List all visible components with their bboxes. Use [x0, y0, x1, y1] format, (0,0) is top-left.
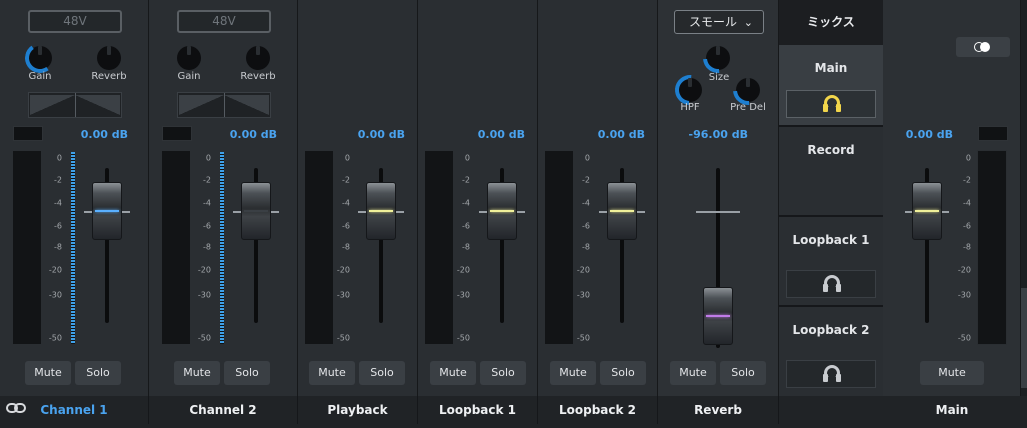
level-meter [12, 150, 42, 345]
db-scale: 0 -2 -4 -6 -8 -20 -30 -50 [48, 153, 62, 343]
channel-name-reverb[interactable]: Reverb [658, 396, 779, 424]
mix-item-label: Loopback 2 [792, 323, 870, 337]
db-scale: 0 -2 -4 -6 -8 -20 -30 -50 [336, 153, 350, 343]
reverb-label: Reverb [240, 71, 276, 82]
volume-fader[interactable] [241, 182, 271, 240]
pre-delay-label: Pre Del [730, 102, 766, 113]
mixer-panel: 48V Gain Reverb 0.00 dB 0 -2 -4 -6 -8 -20 -30-… [0, 0, 1027, 428]
headphone-icon [823, 95, 841, 113]
gain-db-value: -96.00 dB [688, 128, 748, 141]
solo-button[interactable]: Solo [720, 361, 766, 385]
mix-item-label: Loopback 1 [792, 233, 870, 247]
strip-reverb: スモール ⌄ Size HPF Pre Del -96.00 dB Mute S… [658, 0, 779, 396]
mute-button[interactable]: Mute [670, 361, 716, 385]
volume-fader[interactable] [487, 182, 517, 240]
size-knob[interactable] [696, 36, 740, 80]
gain-db-value: 0.00 dB [477, 128, 525, 141]
mix-item-label: Main [814, 61, 848, 75]
level-meter [161, 150, 191, 345]
db-scale: 0 -2 -4 -6 -8 -20 -30 -50 [456, 153, 470, 343]
hpf-label: HPF [680, 102, 700, 113]
headphone-icon [823, 365, 841, 383]
clip-indicator [978, 126, 1008, 141]
headphone-monitor-button[interactable] [786, 90, 876, 118]
phantom-48v-button[interactable]: 48V [28, 10, 122, 33]
volume-fader[interactable] [366, 182, 396, 240]
gain-db-value: 0.00 dB [229, 128, 277, 141]
mix-item-label: Record [807, 143, 855, 157]
reverb-type-value: スモール [689, 15, 738, 29]
channel-name-loopback-1[interactable]: Loopback 1 [418, 396, 538, 424]
volume-fader[interactable] [92, 182, 122, 240]
solo-button[interactable]: Solo [359, 361, 405, 385]
gain-db-value: 0.00 dB [357, 128, 405, 141]
input-level-bar [220, 152, 224, 344]
reverb-send-knob[interactable] [246, 46, 270, 70]
channel-name-loopback-2[interactable]: Loopback 2 [538, 396, 658, 424]
gain-db-value: 0.00 dB [80, 128, 128, 141]
gain-db-value: 0.00 dB [905, 128, 953, 141]
db-scale: 0 -2 -4 -6 -8 -20 -30 -50 [576, 153, 590, 343]
strip-main: 0.00 dB 0 -2 -4 -6 -8 -20 -30 -50 Mute [883, 0, 1021, 396]
reverb-label: Reverb [91, 71, 127, 82]
gain-knob[interactable] [22, 40, 58, 76]
phantom-48v-button[interactable]: 48V [177, 10, 271, 33]
db-scale: 0 -2 -4 -6 -8 -20 -30 -50 [957, 153, 971, 343]
channel-name-main[interactable]: Main [883, 396, 1021, 424]
volume-fader[interactable] [607, 182, 637, 240]
reverb-type-dropdown[interactable]: スモール ⌄ [674, 10, 764, 34]
reverb-send-knob[interactable] [97, 46, 121, 70]
solo-button[interactable]: Solo [224, 361, 270, 385]
volume-fader[interactable] [703, 287, 733, 345]
mix-item-loopback-2[interactable]: Loopback 2 [779, 307, 883, 396]
gain-label: Gain [28, 71, 52, 82]
mute-button[interactable]: Mute [920, 361, 984, 385]
headphone-monitor-button[interactable] [786, 270, 876, 298]
headphone-monitor-button[interactable] [786, 360, 876, 388]
pre-delay-knob[interactable] [726, 68, 770, 112]
strip-channel-1: 48V Gain Reverb 0.00 dB 0 -2 -4 -6 -8 -20 -30-… [0, 0, 149, 396]
pan-control[interactable] [177, 92, 271, 118]
gain-label: Gain [177, 71, 201, 82]
level-meter [977, 150, 1007, 345]
headphone-icon [823, 275, 841, 293]
strip-channel-2: 48V Gain Reverb 0.00 dB 0 -2 -4 -6 -8 -20 -30-… [149, 0, 298, 396]
channel-name-playback[interactable]: Playback [298, 396, 418, 424]
mix-item-main[interactable]: Main [779, 45, 883, 127]
gain-db-value: 0.00 dB [597, 128, 645, 141]
clip-indicator [162, 126, 192, 141]
solo-button[interactable]: Solo [480, 361, 526, 385]
mute-button[interactable]: Mute [550, 361, 596, 385]
solo-button[interactable]: Solo [600, 361, 646, 385]
input-level-bar [71, 152, 75, 344]
channel-name-channel-2[interactable]: Channel 2 [149, 396, 298, 424]
strip-loopback-2: 0.00 dB 0 -2 -4 -6 -8 -20 -30 -50 Mute Solo [538, 0, 658, 396]
solo-button[interactable]: Solo [75, 361, 121, 385]
unity-mark [696, 211, 740, 213]
mix-item-loopback-1[interactable]: Loopback 1 [779, 217, 883, 307]
vertical-scrollbar[interactable] [1021, 288, 1027, 388]
channel-name-channel-1[interactable]: Channel 1 [0, 396, 149, 424]
mute-button[interactable]: Mute [430, 361, 476, 385]
chevron-down-icon: ⌄ [743, 16, 753, 29]
mix-item-record[interactable]: Record [779, 127, 883, 217]
mute-button[interactable]: Mute [174, 361, 220, 385]
db-scale: 0 -2 -4 -6 -8 -20 -30 -50 [197, 153, 211, 343]
clip-indicator [13, 126, 43, 141]
stereo-link-toggle[interactable] [956, 37, 1010, 57]
mute-button[interactable]: Mute [25, 361, 71, 385]
mute-button[interactable]: Mute [309, 361, 355, 385]
gain-knob[interactable] [177, 46, 201, 70]
pan-control[interactable] [28, 92, 122, 118]
strip-loopback-1: 0.00 dB 0 -2 -4 -6 -8 -20 -30 -50 Mute Solo [418, 0, 538, 396]
hpf-knob[interactable] [668, 68, 712, 112]
strip-playback: 0.00 dB 0 -2 -4 -6 -8 -20 -30 -50 Mute Solo [298, 0, 418, 396]
volume-fader[interactable] [912, 182, 942, 240]
mix-header: ミックス [779, 0, 883, 45]
